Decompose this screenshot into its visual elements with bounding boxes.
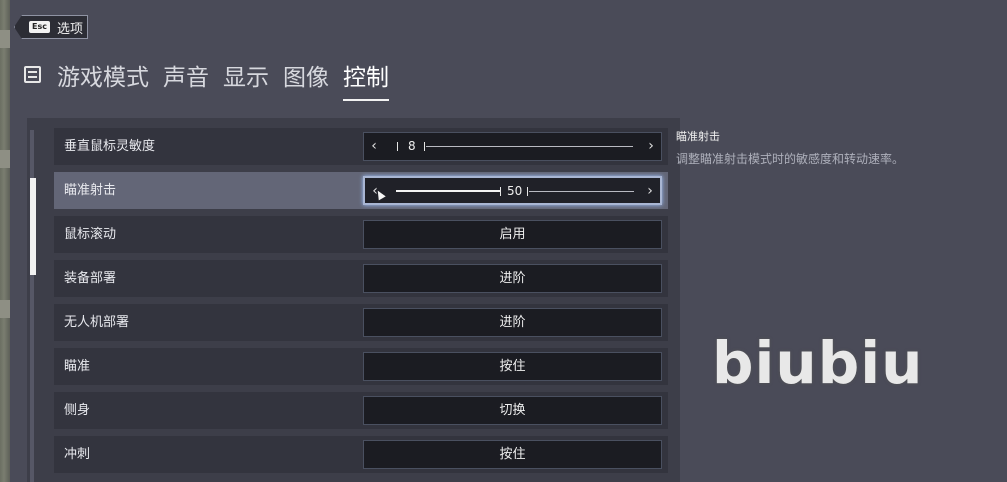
slider-value: 50: [507, 184, 523, 198]
setting-row-lean[interactable]: 侧身 切换: [54, 392, 668, 429]
slider-handle[interactable]: [527, 187, 528, 196]
setting-row-drone-deploy[interactable]: 无人机部署 进阶: [54, 304, 668, 341]
setting-row-vertical-sensitivity[interactable]: 垂直鼠标灵敏度 ‹ 8 ›: [54, 128, 668, 165]
description-title: 瞄准射击: [676, 130, 720, 143]
background-detail: [0, 300, 10, 318]
ads-slider[interactable]: ‹ 50 ›: [363, 176, 662, 205]
slider-track[interactable]: [529, 191, 634, 192]
tab-graphics[interactable]: 图像: [283, 63, 329, 93]
background-detail: [0, 150, 10, 168]
slider-fill: [396, 190, 500, 192]
setting-label: 冲刺: [64, 447, 91, 462]
setting-label: 侧身: [64, 403, 91, 418]
slider-tick: [500, 187, 501, 196]
tab-display[interactable]: 显示: [223, 63, 269, 93]
watermark-logo: biubiu: [712, 329, 924, 397]
setting-row-ads-sensitivity[interactable]: 瞄准射击 ‹ 50 ›: [54, 172, 668, 209]
slider-track[interactable]: [426, 146, 633, 147]
chevron-left-icon[interactable]: ‹: [367, 133, 381, 159]
setting-label: 垂直鼠标灵敏度: [64, 139, 156, 154]
setting-label: 鼠标滚动: [64, 227, 117, 242]
menu-list-icon: [24, 66, 41, 83]
tab-audio[interactable]: 声音: [163, 63, 209, 93]
slider-value: 8: [408, 139, 416, 153]
chevron-right-icon[interactable]: ›: [644, 133, 658, 159]
setting-label: 无人机部署: [64, 315, 130, 330]
gadget-deploy-toggle[interactable]: 进阶: [363, 264, 662, 293]
setting-row-gadget-deploy[interactable]: 装备部署 进阶: [54, 260, 668, 297]
toggle-value: 进阶: [499, 271, 526, 286]
mouse-wheel-toggle[interactable]: 启用: [363, 220, 662, 249]
setting-row-sprint[interactable]: 冲刺 按住: [54, 436, 668, 473]
back-button-label: 选项: [56, 21, 83, 37]
esc-key-icon: Esc: [29, 21, 50, 33]
slider-tick: [397, 142, 398, 151]
drone-deploy-toggle[interactable]: 进阶: [363, 308, 662, 337]
setting-row-mouse-wheel[interactable]: 鼠标滚动 启用: [54, 216, 668, 253]
background-detail: [0, 30, 10, 48]
settings-tabs: 游戏模式 声音 显示 图像 控制: [57, 63, 389, 101]
sprint-toggle[interactable]: 按住: [363, 440, 662, 469]
game-background-edge: [0, 0, 10, 482]
description-text: 调整瞄准射击模式时的敏感度和转动速率。: [676, 152, 905, 166]
setting-label: 瞄准射击: [64, 183, 117, 198]
sensitivity-slider[interactable]: ‹ 8 ›: [363, 132, 662, 161]
back-button[interactable]: Esc 选项: [14, 15, 88, 39]
toggle-value: 按住: [499, 447, 526, 462]
tab-controls[interactable]: 控制: [343, 63, 389, 101]
toggle-value: 进阶: [499, 315, 526, 330]
scrollbar-thumb[interactable]: [30, 178, 36, 275]
toggle-value: 按住: [499, 359, 526, 374]
slider-handle[interactable]: [424, 142, 425, 151]
setting-label: 装备部署: [64, 271, 117, 286]
chevron-right-icon[interactable]: ›: [643, 178, 657, 204]
tab-game-mode[interactable]: 游戏模式: [57, 63, 149, 93]
setting-row-aim[interactable]: 瞄准 按住: [54, 348, 668, 385]
lean-toggle[interactable]: 切换: [363, 396, 662, 425]
toggle-value: 切换: [499, 403, 526, 418]
toggle-value: 启用: [499, 227, 526, 242]
setting-label: 瞄准: [64, 359, 91, 374]
aim-toggle[interactable]: 按住: [363, 352, 662, 381]
